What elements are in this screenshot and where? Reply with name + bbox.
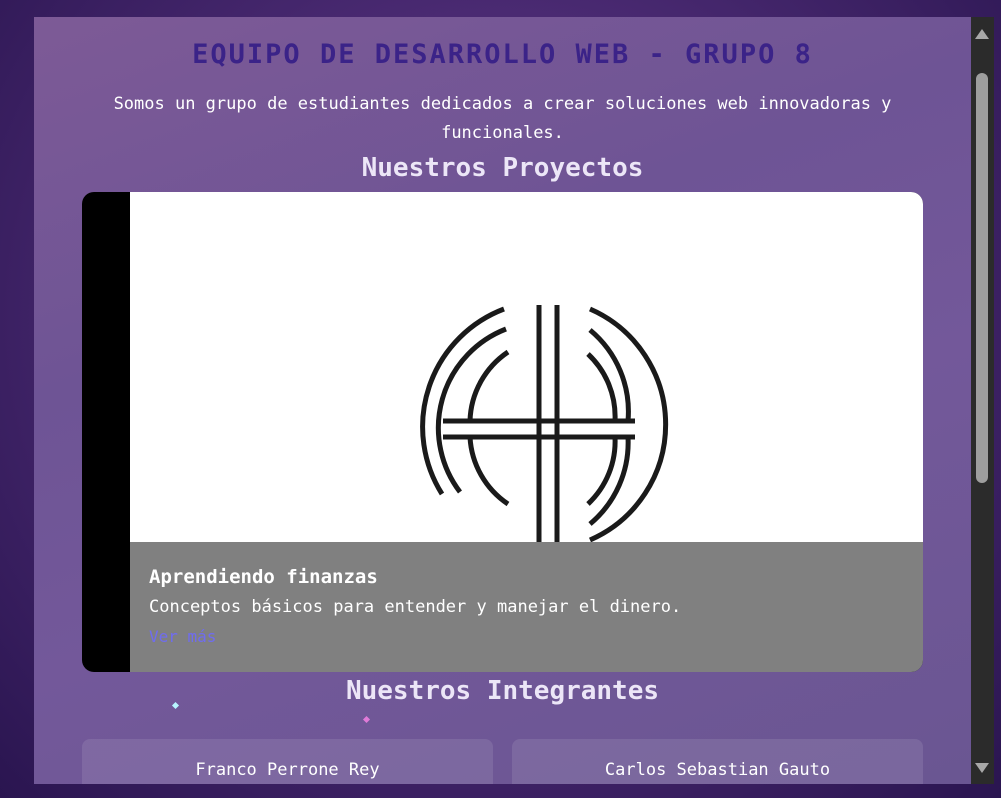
scroll-down-arrow-icon[interactable] — [975, 763, 989, 773]
project-card: Aprendiendo finanzas Conceptos básicos p… — [82, 192, 923, 672]
project-card-image — [130, 192, 923, 542]
sparkle-decoration — [362, 715, 371, 724]
ver-mas-link[interactable]: Ver más — [149, 627, 216, 646]
abstract-circle-logo-icon — [420, 305, 669, 542]
scroll-up-arrow-icon[interactable] — [975, 29, 989, 39]
project-card-caption: Aprendiendo finanzas Conceptos básicos p… — [130, 542, 923, 672]
vertical-scrollbar[interactable] — [971, 17, 994, 784]
member-card: Carlos Sebastian Gauto — [512, 739, 923, 784]
member-name: Franco Perrone Rey — [195, 760, 380, 780]
projects-section-title: Nuestros Proyectos — [361, 153, 644, 183]
page-subtitle: Somos un grupo de estudiantes dedicados … — [113, 94, 892, 143]
page-title: EQUIPO DE DESARROLLO WEB - GRUPO 8 — [192, 39, 813, 70]
project-card-description: Conceptos básicos para entender y maneja… — [149, 597, 682, 617]
member-name: Carlos Sebastian Gauto — [604, 760, 831, 780]
project-card-title: Aprendiendo finanzas — [149, 566, 378, 588]
member-card: Franco Perrone Rey — [82, 739, 493, 784]
scroll-thumb[interactable] — [976, 73, 988, 483]
main-panel: EQUIPO DE DESARROLLO WEB - GRUPO 8 Somos… — [34, 17, 971, 784]
